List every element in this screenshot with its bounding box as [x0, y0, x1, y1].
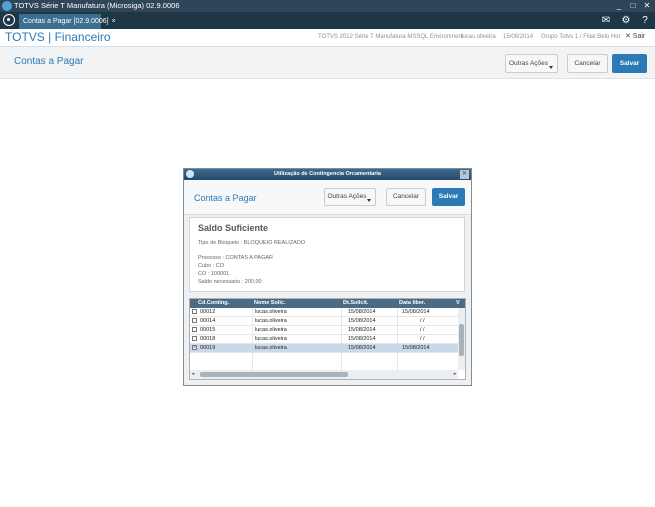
vertical-scrollbar[interactable]	[458, 308, 465, 370]
page-action-bar: Contas a Pagar Outras Ações Cancelar Sal…	[0, 47, 655, 79]
branch-label: Grupo Totvs 1 / Filial Belo Hor	[541, 34, 621, 40]
row-checkbox-checked[interactable]: ×	[192, 345, 197, 351]
table-row[interactable]: 00012 lucas.oliveira 15/08/2014 15/08/20…	[190, 308, 458, 317]
contingency-dialog: Utilização de Contingencia Orcamentaria …	[183, 168, 472, 386]
row-checkbox[interactable]	[192, 327, 197, 332]
dialog-save-button[interactable]: Salvar	[432, 188, 465, 206]
window-title-bar: TOTVS Série T Manufatura (Microsiga) 02.…	[0, 0, 655, 12]
environment-label: TOTVS 2012 Série T Manufatura MSSQL Envi…	[318, 34, 464, 40]
dialog-other-actions-button[interactable]: Outras Ações	[324, 188, 376, 206]
cell-request-date: 15/08/2014	[348, 336, 376, 342]
brand-title: TOTVS | Financeiro	[5, 30, 111, 44]
cell-name: lucas.oliveira	[255, 309, 287, 315]
cell-code: 00012	[200, 309, 216, 315]
table-row-selected[interactable]: × 00019 lucas.oliveira 15/08/2014 15/08/…	[190, 344, 458, 353]
cell-request-date: 15/08/2014	[348, 327, 376, 333]
row-checkbox[interactable]	[192, 309, 197, 314]
horizontal-scroll-thumb[interactable]	[200, 372, 348, 377]
block-type-label: Tipo de Bloqueio : BLOQUEIO REALIZADO	[198, 240, 306, 246]
cell-release-date: 15/08/2014	[402, 309, 430, 315]
cell-release-date: / /	[420, 336, 425, 342]
cell-name: lucas.oliveira	[255, 318, 287, 324]
chevron-down-icon	[549, 66, 553, 69]
column-header-name[interactable]: Nome Solic.	[254, 299, 285, 308]
column-header-v[interactable]: V	[456, 299, 460, 308]
row-checkbox[interactable]	[192, 336, 197, 341]
column-header-request-date[interactable]: Dt.Solicit.	[343, 299, 368, 308]
close-window-button[interactable]: ✕	[640, 0, 654, 12]
help-icon[interactable]: ?	[637, 12, 653, 29]
cell-release-date: / /	[420, 327, 425, 333]
other-actions-label: Outras Ações	[508, 60, 549, 67]
balance-heading: Saldo Suficiente	[198, 223, 269, 233]
date-label: 15/08/2014	[503, 34, 534, 40]
user-label: lucas.oliveira	[461, 34, 496, 40]
required-balance-label: Saldo necessario : 200,00	[198, 279, 262, 285]
cube-label: Cubo : CO	[198, 263, 224, 269]
row-checkbox[interactable]	[192, 318, 197, 323]
dialog-cancel-button[interactable]: Cancelar	[386, 188, 426, 206]
page-title: Contas a Pagar	[14, 56, 84, 67]
cell-release-date: 15/08/2014	[402, 345, 430, 351]
tab-label: Contas a Pagar [02.9.0006]	[23, 18, 109, 25]
cell-request-date: 15/08/2014	[348, 309, 376, 315]
cell-request-date: 15/08/2014	[348, 345, 376, 351]
process-label: Processo : CONTAS A PAGAR	[198, 255, 273, 261]
save-button[interactable]: Salvar	[612, 54, 647, 73]
cell-name: lucas.oliveira	[255, 327, 287, 333]
cell-name: lucas.oliveira	[255, 345, 287, 351]
totvs-logo-icon	[2, 1, 12, 11]
cell-request-date: 15/08/2014	[348, 318, 376, 324]
window-title: TOTVS Série T Manufatura (Microsiga) 02.…	[14, 1, 180, 10]
column-header-code[interactable]: Cd.Conting.	[198, 299, 229, 308]
app-header: TOTVS | Financeiro TOTVS 2012 Série T Ma…	[0, 29, 655, 47]
home-icon[interactable]	[3, 14, 15, 26]
cell-code: 00019	[200, 345, 216, 351]
table-row[interactable]: 00018 lucas.oliveira 15/08/2014 / /	[190, 335, 458, 344]
other-actions-button[interactable]: Outras Ações	[505, 54, 558, 73]
dialog-close-button[interactable]: ✕	[460, 170, 469, 179]
cancel-button[interactable]: Cancelar	[567, 54, 608, 73]
cell-release-date: / /	[420, 318, 425, 324]
minimize-button[interactable]: _	[612, 0, 626, 12]
dialog-other-actions-label: Outras Ações	[327, 193, 367, 200]
chevron-down-icon	[367, 199, 371, 202]
cell-code: 00018	[200, 336, 216, 342]
dialog-logo-icon	[186, 170, 194, 178]
column-header-release-date[interactable]: Data liber.	[399, 299, 425, 308]
mail-icon[interactable]: ✉	[598, 12, 614, 29]
vertical-scroll-thumb[interactable]	[459, 324, 464, 356]
dialog-title: Utilização de Contingencia Orcamentaria	[184, 169, 471, 180]
grid-header: Cd.Conting. Nome Solic. Dt.Solicit. Data…	[190, 299, 465, 308]
exit-button[interactable]: ✕ Sair	[625, 32, 645, 40]
cell-code: 00015	[200, 327, 216, 333]
tab-close-icon[interactable]: ×	[112, 18, 116, 25]
co-label: CO : 100001	[198, 271, 230, 277]
contingency-grid: Cd.Conting. Nome Solic. Dt.Solicit. Data…	[189, 298, 466, 380]
dialog-page-title: Contas a Pagar	[194, 193, 257, 203]
horizontal-scrollbar[interactable]: ◂ ▸	[190, 370, 458, 379]
cell-name: lucas.oliveira	[255, 336, 287, 342]
maximize-button[interactable]: □	[626, 0, 640, 12]
dialog-action-bar: Contas a Pagar Outras Ações Cancelar Sal…	[184, 180, 471, 215]
cell-code: 00014	[200, 318, 216, 324]
balance-panel: Saldo Suficiente Tipo de Bloqueio : BLOQ…	[189, 217, 465, 292]
scroll-left-icon[interactable]: ◂	[190, 370, 196, 379]
table-row[interactable]: 00014 lucas.oliveira 15/08/2014 / /	[190, 317, 458, 326]
tab-bar: Contas a Pagar [02.9.0006] × ✉ ⚙ ?	[0, 12, 655, 29]
tab-contas-a-pagar[interactable]: Contas a Pagar [02.9.0006] ×	[19, 14, 116, 29]
scroll-right-icon[interactable]: ▸	[452, 370, 458, 379]
gear-icon[interactable]: ⚙	[618, 12, 634, 29]
table-row[interactable]: 00015 lucas.oliveira 15/08/2014 / /	[190, 326, 458, 335]
